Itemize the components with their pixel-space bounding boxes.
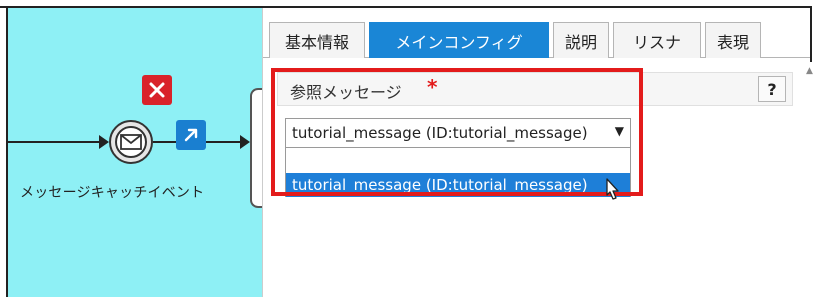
catch-event-inner-ring [115,126,147,158]
tab-main-config[interactable]: メインコンフィグ [369,22,549,58]
tab-bar: 基本情報 メインコンフィグ 説明 リスナ 表現 [263,22,811,58]
tab-description[interactable]: 説明 [553,22,609,58]
envelope-icon [120,134,142,150]
tab-listener[interactable]: リスナ [613,22,701,58]
close-icon [149,82,165,98]
mouse-pointer-icon [606,178,619,200]
connect-button[interactable] [176,120,206,150]
outgoing-flow-arrowhead [240,135,250,149]
canvas-border-top [0,6,262,8]
canvas-border-left [6,6,8,297]
tab-label: 基本情報 [284,32,349,52]
tab-appearance[interactable]: 表現 [705,22,761,58]
window-frame-right [810,6,812,62]
highlight-box [271,68,643,196]
panel-scrollbar[interactable]: ▲ [806,62,818,297]
tab-label: メインコンフィグ [395,32,523,52]
message-catch-event[interactable] [109,120,153,164]
incoming-sequence-flow[interactable] [8,141,100,143]
arrow-up-right-icon [184,128,198,142]
delete-button[interactable] [142,75,172,105]
tab-basic-info[interactable]: 基本情報 [269,22,365,58]
tab-label: リスナ [632,32,681,52]
properties-panel: 基本情報 メインコンフィグ 説明 リスナ 表現 参照メッセージ * ? tuto… [262,8,811,297]
tab-label: 表現 [716,32,749,52]
help-button[interactable]: ? [758,76,786,102]
scroll-up-icon[interactable]: ▲ [806,66,813,76]
tab-label: 説明 [564,32,597,52]
panel-body: 参照メッセージ * ? tutorial_message (ID:tutoria… [263,58,811,297]
diagram-canvas[interactable]: メッセージキャッチイベント [0,0,264,297]
help-icon: ? [767,79,777,99]
event-label: メッセージキャッチイベント [20,185,205,201]
incoming-flow-arrowhead [99,135,109,149]
